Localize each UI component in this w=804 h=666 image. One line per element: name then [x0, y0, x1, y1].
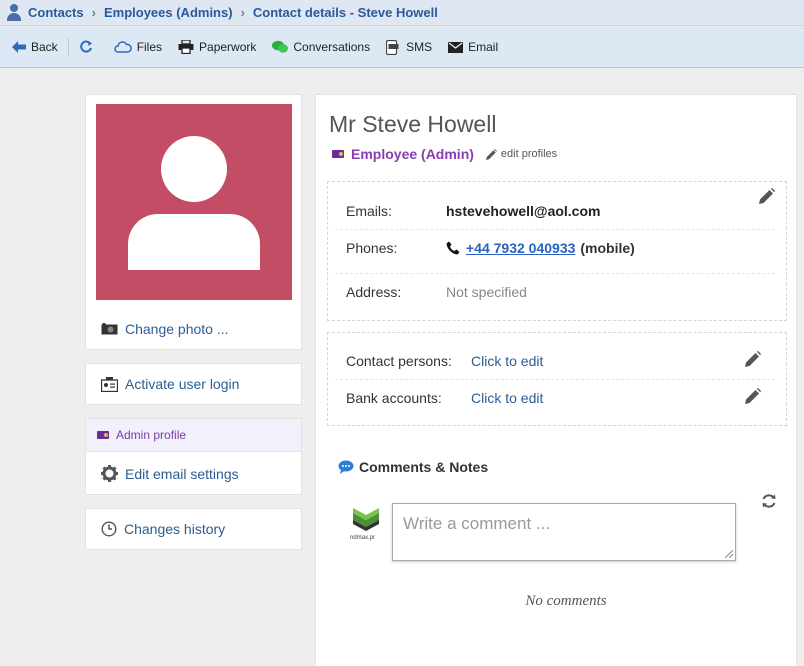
paperwork-label: Paperwork [199, 40, 257, 54]
refresh-comments-icon[interactable] [761, 493, 777, 509]
back-label: Back [31, 40, 58, 54]
contact-name: Mr Steve Howell [329, 111, 497, 137]
row-divider [335, 379, 775, 380]
comment-placeholder: Write a comment ... [403, 514, 551, 533]
changes-history-card: Changes history [85, 508, 302, 550]
contact-info-section: Emails: hstevehowell@aol.com Phones: +44… [327, 181, 787, 321]
address-label: Address: [346, 284, 402, 300]
toolbar: Back Files Paperwork Conversations SMS E… [0, 27, 804, 68]
address-row: Address: Not specified [335, 281, 775, 303]
arrow-left-icon [12, 41, 26, 53]
company-logo-icon [353, 508, 379, 531]
pencil-icon [485, 148, 497, 160]
breadcrumb-employees-admins[interactable]: Employees (Admins) [104, 5, 233, 20]
contact-persons-row: Contact persons: Click to edit [335, 350, 775, 372]
address-value: Not specified [446, 284, 527, 300]
emails-label: Emails: [346, 203, 392, 219]
phones-label: Phones: [346, 240, 398, 256]
activate-user-login-link[interactable]: Activate user login [101, 376, 239, 392]
changes-history-label: Changes history [124, 521, 226, 537]
printer-icon [178, 40, 194, 54]
conversations-label: Conversations [293, 40, 371, 54]
avatar-head [161, 136, 227, 202]
no-comments-message: No comments [525, 593, 607, 609]
chat-bubbles-icon [272, 40, 289, 53]
edit-profiles-label: edit profiles [500, 148, 558, 160]
bank-accounts-edit-link[interactable]: Click to edit [471, 390, 543, 406]
camera-icon [101, 323, 118, 335]
breadcrumb-contacts[interactable]: Contacts [28, 5, 84, 20]
avatar-body [128, 214, 260, 270]
phone-icon [446, 241, 460, 255]
envelope-icon [448, 41, 464, 53]
sms-button[interactable]: SMS [386, 39, 433, 55]
edit-email-settings-label: Edit email settings [125, 465, 239, 482]
change-photo-label: Change photo ... [125, 321, 229, 337]
bank-accounts-label: Bank accounts: [346, 390, 442, 406]
breadcrumb-contact-details: Contact details - Steve Howell [252, 5, 438, 20]
refresh-button[interactable] [79, 40, 98, 54]
toolbar-divider [67, 38, 69, 56]
breadcrumb-separator: › [91, 5, 96, 20]
activate-login-card: Activate user login [85, 363, 302, 405]
role-line: Employee (Admin) edit profiles [332, 146, 557, 162]
edit-profiles-link[interactable]: edit profiles [485, 148, 558, 160]
cloud-icon [114, 41, 132, 53]
extra-info-section: Contact persons: Click to edit Bank acco… [327, 332, 787, 426]
contacts-person-icon [6, 3, 22, 22]
refresh-icon [79, 40, 92, 53]
sms-icon [386, 39, 399, 55]
resize-handle-icon[interactable] [725, 550, 733, 558]
speech-bubble-icon [338, 460, 354, 474]
breadcrumb: Contacts › Employees (Admins) › Contact … [0, 0, 804, 26]
activate-user-login-label: Activate user login [125, 376, 240, 392]
phone-type: (mobile) [580, 240, 635, 256]
photo-card: Change photo ... [85, 94, 302, 350]
gear-icon [101, 465, 118, 482]
avatar-placeholder [96, 104, 292, 300]
email-value[interactable]: hstevehowell@aol.com [446, 203, 600, 219]
email-label: Email [468, 40, 499, 54]
role-label: Employee (Admin) [351, 146, 474, 162]
conversations-button[interactable]: Conversations [272, 40, 370, 54]
changes-history-link[interactable]: Changes history [101, 521, 225, 537]
edit-bank-accounts-pencil-icon[interactable] [745, 388, 761, 404]
clock-icon [101, 521, 117, 537]
admin-profile-header: Admin profile [86, 419, 301, 452]
row-divider [335, 229, 775, 230]
files-label: Files [136, 40, 163, 54]
contact-persons-edit-link[interactable]: Click to edit [471, 353, 543, 369]
phone-link[interactable]: +44 7932 040933 [466, 240, 575, 256]
sms-label: SMS [406, 40, 433, 54]
files-button[interactable]: Files [114, 40, 162, 54]
breadcrumb-separator: › [240, 5, 245, 20]
back-button[interactable]: Back [12, 40, 58, 54]
commenter-avatar: ndmax.pr [350, 505, 381, 543]
row-divider [335, 273, 775, 274]
edit-email-settings-link[interactable]: Edit email settings [101, 465, 239, 482]
phones-row: Phones: +44 7932 040933 (mobile) [335, 237, 775, 259]
contact-details-card: Mr Steve Howell Employee (Admin) edit pr… [315, 94, 797, 666]
profile-tag-icon [97, 431, 109, 439]
contact-persons-label: Contact persons: [346, 353, 452, 369]
comments-heading: Comments & Notes [338, 459, 488, 475]
comments-title: Comments & Notes [359, 459, 489, 475]
emails-row: Emails: hstevehowell@aol.com [335, 200, 775, 222]
profile-tag-icon [332, 150, 344, 158]
admin-profile-label: Admin profile [116, 428, 187, 442]
edit-contact-persons-pencil-icon[interactable] [745, 351, 761, 367]
paperwork-button[interactable]: Paperwork [178, 40, 256, 54]
avatar-caption: ndmax.pr [350, 535, 376, 541]
edit-contact-info-pencil-icon[interactable] [759, 188, 775, 204]
change-photo-link[interactable]: Change photo ... [101, 321, 229, 337]
comment-input[interactable]: Write a comment ... [392, 503, 736, 561]
bank-accounts-row: Bank accounts: Click to edit [335, 387, 775, 409]
admin-profile-card: Admin profile Edit email settings [85, 418, 302, 495]
id-card-icon [101, 376, 118, 392]
email-button[interactable]: Email [448, 40, 498, 54]
